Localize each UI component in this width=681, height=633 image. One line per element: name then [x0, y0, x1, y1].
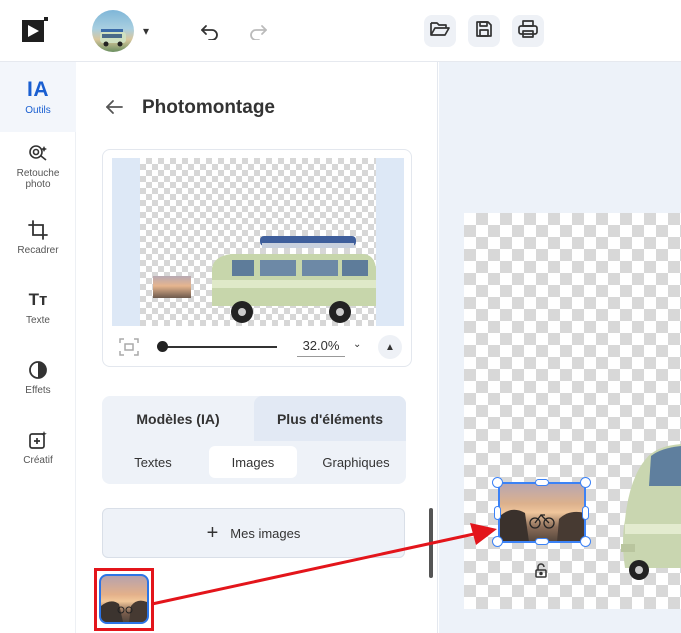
van-image	[212, 236, 376, 323]
resize-handle-bottom-right[interactable]	[580, 536, 591, 547]
zoom-slider-track[interactable]	[161, 346, 277, 348]
collapse-preview-button[interactable]: ▲	[378, 335, 402, 359]
zoom-controls: 32.0% ⌄ ▲	[103, 328, 413, 366]
zoom-dropdown-caret[interactable]: ⌄	[353, 339, 361, 350]
subtab-graphiques[interactable]: Graphiques	[310, 446, 402, 478]
image-thumbnail[interactable]	[99, 574, 149, 624]
rail-item-label: Retouche photo	[16, 168, 60, 190]
rail-item-creatif[interactable]: Créatif	[0, 412, 76, 482]
save-button[interactable]	[468, 15, 500, 47]
avatar[interactable]	[92, 10, 134, 52]
print-button[interactable]	[512, 15, 544, 47]
photo-retouch-icon	[27, 142, 49, 164]
page-title: Photomontage	[142, 97, 275, 118]
resize-handle-left[interactable]	[494, 506, 501, 520]
plus-icon: +	[206, 522, 219, 544]
ai-tools-icon: IA	[27, 77, 49, 101]
tab-plus-elements[interactable]: Plus d'éléments	[254, 396, 406, 441]
rail-item-texte[interactable]: Tт Texte	[0, 272, 76, 342]
preview-placed-image	[153, 276, 191, 298]
subtab-textes[interactable]: Textes	[110, 446, 196, 478]
resize-handle-top[interactable]	[535, 479, 549, 486]
rail-item-label: Recadrer	[17, 244, 59, 256]
text-tool-icon: Tт	[28, 289, 48, 309]
lock-icon[interactable]	[533, 563, 549, 584]
open-file-button[interactable]	[424, 15, 456, 47]
effects-icon	[28, 359, 48, 381]
resize-handle-right[interactable]	[582, 506, 589, 520]
rail-item-label: Créatif	[23, 454, 53, 466]
selection-box[interactable]	[498, 482, 586, 543]
rail-item-recadrer[interactable]: Recadrer	[0, 202, 76, 272]
preview-card: 32.0% ⌄ ▲	[102, 149, 412, 367]
undo-icon[interactable]	[197, 18, 223, 44]
tab-modeles-ia[interactable]: Modèles (IA)	[102, 396, 254, 441]
preview-canvas[interactable]	[112, 158, 404, 326]
rail-item-retouche-photo[interactable]: Retouche photo	[0, 124, 76, 208]
photomontage-panel: Photomontage 32.0% ⌄ ▲ Modèles (IA) Plus…	[76, 62, 438, 633]
rail-item-label: Texte	[26, 314, 50, 326]
subtab-images[interactable]: Images	[209, 446, 297, 478]
play-logo-icon[interactable]	[20, 16, 50, 44]
crop-icon	[28, 219, 48, 241]
creative-icon	[28, 429, 48, 451]
resize-handle-top-left[interactable]	[492, 477, 503, 488]
resize-handle-top-right[interactable]	[580, 477, 591, 488]
top-toolbar: ▾	[0, 0, 681, 62]
panel-scrollbar[interactable]	[429, 508, 433, 578]
redo-icon[interactable]	[245, 18, 271, 44]
add-images-label: Mes images	[230, 525, 301, 541]
account-menu-caret[interactable]: ▾	[143, 24, 149, 38]
resize-handle-bottom[interactable]	[535, 538, 549, 545]
chevron-up-icon: ▲	[385, 341, 395, 353]
rail-item-label: Effets	[25, 384, 51, 396]
rail-item-effets[interactable]: Effets	[0, 342, 76, 412]
add-my-images-button[interactable]: + Mes images	[102, 508, 405, 558]
rail-item-label: Outils	[25, 104, 51, 116]
fit-to-screen-icon[interactable]	[119, 338, 139, 361]
van-image-partial[interactable]	[615, 440, 681, 580]
rail-item-outils[interactable]: IA Outils	[0, 62, 76, 132]
save-icon	[474, 19, 494, 44]
print-icon	[517, 19, 539, 44]
resize-handle-bottom-left[interactable]	[492, 536, 503, 547]
zoom-value[interactable]: 32.0%	[297, 338, 345, 357]
folder-open-icon	[429, 20, 451, 43]
left-rail: IA Outils Retouche photo Recadrer Tт Tex…	[0, 62, 76, 633]
zoom-slider-handle[interactable]	[157, 341, 168, 352]
back-arrow-icon[interactable]	[104, 98, 124, 121]
